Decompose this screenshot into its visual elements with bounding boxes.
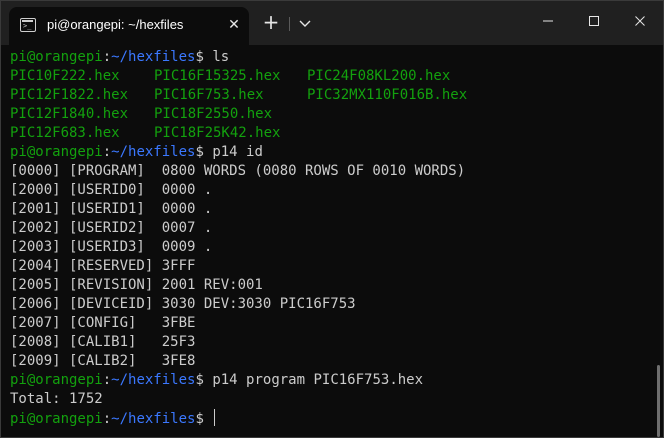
prompt-colon: : [102,144,112,160]
output-line: [0000] [PROGRAM] 0800 WORDS (0080 ROWS O… [10,163,466,179]
terminal-output[interactable]: pi@orangepi:~/hexfiles$ ls PIC10F222.hex… [1,45,663,437]
prompt-colon: : [102,411,112,427]
tab-close-icon[interactable]: ✕ [225,16,243,34]
title-bar: >_ pi@orangepi: ~/hexfiles ✕ + [1,1,663,45]
text-cursor [214,409,216,426]
ls-row: PIC10F222.hex PIC16F15325.hex PIC24F08KL20… [10,67,450,86]
prompt-user-host: pi@orangepi [10,411,103,427]
ls-row: PIC12F1840.hex PIC18F2550.hex [10,105,307,124]
file-name: PIC18F25K42.hex [154,125,281,141]
prompt-path: ~/hexfiles [111,372,196,388]
prompt-user-host: pi@orangepi [10,372,103,388]
file-name: PIC12F683.hex [10,125,120,141]
output-line: [2001] [USERID1] 0000 . [10,201,213,217]
minimize-button[interactable] [525,1,571,41]
vertical-scrollbar[interactable] [657,365,660,437]
tab-terminal[interactable]: >_ pi@orangepi: ~/hexfiles ✕ [9,7,249,45]
terminal-icon-glyph: >_ [23,22,32,30]
prompt-dollar: $ [195,144,204,160]
output-line: [2004] [RESERVED] 3FFF [10,258,196,274]
prompt-line: pi@orangepi:~/hexfiles$ p14 program PIC1… [10,371,423,390]
ls-row: PIC12F1822.hex PIC16F753.hex PIC32MX110F01… [10,86,467,105]
prompt-path: ~/hexfiles [111,49,196,65]
output-line: [2009] [CALIB2] 3FE8 [10,353,196,369]
chevron-down-icon[interactable] [295,13,315,33]
prompt-user-host: pi@orangepi [10,144,103,160]
output-line: [2006] [DEVICEID] 3030 DEV:3030 PIC16F75… [10,296,356,312]
file-name: PIC18F2550.hex [154,106,273,122]
terminal-window: >_ pi@orangepi: ~/hexfiles ✕ + pi@orange… [0,0,664,438]
prompt-path: ~/hexfiles [111,144,196,160]
tab-separator [289,17,290,31]
prompt-path: ~/hexfiles [111,411,196,427]
new-tab-button[interactable]: + [259,11,283,35]
file-name: PIC10F222.hex [10,68,120,84]
close-icon [635,16,645,26]
output-line: [2007] [CONFIG] 3FBE [10,315,196,331]
output-line: [2003] [USERID3] 0009 . [10,239,213,255]
file-name: PIC24F08KL200.hex [307,68,451,84]
file-name: PIC16F15325.hex [154,68,281,84]
output-line: [2008] [CALIB1] 25F3 [10,334,196,350]
file-name: PIC16F753.hex [154,87,264,103]
output-line: [2005] [REVISION] 2001 REV:001 [10,277,263,293]
prompt-colon: : [102,49,112,65]
terminal-icon: >_ [20,18,36,32]
command-text: ls [203,49,230,65]
output-line: Total: 1752 [10,391,103,407]
active-prompt-line[interactable]: pi@orangepi:~/hexfiles$ [10,409,216,428]
output-line: [2000] [USERID0] 0000 . [10,182,213,198]
file-name: PIC12F1822.hex [10,87,129,103]
ls-row: PIC12F683.hex PIC18F25K42.hex [10,124,307,143]
command-input[interactable] [204,411,212,427]
output-line: [2002] [USERID2] 0007 . [10,220,213,236]
command-text: p14 id [203,144,263,160]
prompt-dollar: $ [195,411,204,427]
close-button[interactable] [617,1,663,41]
prompt-user-host: pi@orangepi [10,49,103,65]
file-name: PIC32MX110F016B.hex [307,87,468,103]
file-name: PIC12F1840.hex [10,106,129,122]
minimize-icon [543,20,553,22]
command-text: p14 program PIC16F753.hex [203,372,424,388]
prompt-dollar: $ [195,372,204,388]
tab-title: pi@orangepi: ~/hexfiles [47,17,184,32]
prompt-colon: : [102,372,112,388]
maximize-icon [589,16,599,26]
prompt-dollar: $ [195,49,204,65]
prompt-line: pi@orangepi:~/hexfiles$ p14 id [10,143,263,162]
maximize-button[interactable] [571,1,617,41]
prompt-line: pi@orangepi:~/hexfiles$ ls [10,48,229,67]
